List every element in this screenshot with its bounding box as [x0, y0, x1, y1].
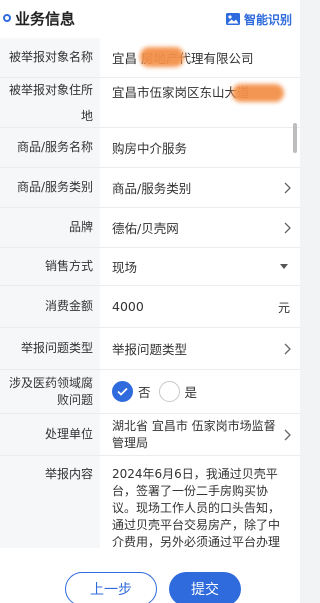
- section-title: 业务信息: [15, 10, 76, 28]
- reported-name-input[interactable]: 宜昌 房地产代理有限公司: [112, 38, 278, 77]
- submit-button[interactable]: 提交: [169, 572, 241, 603]
- radio-no[interactable]: 否: [112, 381, 151, 402]
- brand-select[interactable]: 德佑/贝壳网: [112, 208, 278, 247]
- issue-type-select[interactable]: 举报问题类型: [112, 328, 278, 369]
- medical-corruption-label: 涉及医药领域腐败问题: [0, 370, 100, 413]
- sales-method-label: 销售方式: [0, 248, 100, 285]
- handler-row[interactable]: 处理单位 湖北省 宜昌市 伍家岗市场监督管理局: [0, 414, 300, 456]
- brand-row[interactable]: 品牌 德佑/贝壳网: [0, 208, 300, 248]
- smart-recognize-label: 智能识别: [244, 12, 293, 27]
- amount-row[interactable]: 消费金额 4000 元: [0, 286, 300, 328]
- section-header: 业务信息 智能识别: [0, 0, 300, 38]
- scrollbar[interactable]: [293, 123, 297, 153]
- report-content-row[interactable]: 举报内容 2024年6月6日，我通过贝壳平台，签署了一份二手房购买协议。现场工作…: [0, 456, 300, 548]
- redaction-mark: [232, 84, 284, 102]
- goods-name-input[interactable]: 购房中介服务: [112, 128, 278, 167]
- section-bullet-icon: [3, 14, 11, 22]
- image-recognize-icon: [226, 13, 240, 25]
- reported-address-row[interactable]: 被举报对象住所地 宜昌市伍家岗区东山大道: [0, 78, 300, 128]
- chevron-right-icon: [284, 182, 291, 193]
- sales-method-row[interactable]: 销售方式 现场: [0, 248, 300, 286]
- chevron-right-icon: [284, 429, 291, 440]
- handler-select[interactable]: 湖北省 宜昌市 伍家岗市场监督管理局: [112, 414, 278, 455]
- goods-name-row[interactable]: 商品/服务名称 购房中介服务: [0, 128, 300, 168]
- radio-yes[interactable]: 是: [158, 381, 198, 402]
- report-content-label: 举报内容: [0, 456, 100, 548]
- radio-checked-icon: [112, 381, 133, 402]
- dropdown-caret-icon: [280, 263, 288, 269]
- issue-type-label: 举报问题类型: [0, 328, 100, 369]
- brand-label: 品牌: [0, 208, 100, 247]
- radio-no-label: 否: [138, 385, 151, 400]
- reported-address-label: 被举报对象住所地: [0, 78, 100, 127]
- sales-method-select[interactable]: 现场: [112, 248, 278, 285]
- footer-bar: 上一步 提交: [0, 548, 300, 603]
- report-content-textarea[interactable]: 2024年6月6日，我通过贝壳平台，签署了一份二手房购买协议。现场工作人员的口头…: [112, 466, 288, 548]
- chevron-right-icon: [284, 222, 291, 233]
- goods-category-row[interactable]: 商品/服务类别 商品/服务类别: [0, 168, 300, 208]
- goods-category-select[interactable]: 商品/服务类别: [112, 168, 278, 207]
- redaction-mark: [140, 47, 184, 67]
- amount-label: 消费金额: [0, 286, 100, 327]
- reported-name-label: 被举报对象名称: [0, 38, 100, 77]
- medical-corruption-row: 涉及医药领域腐败问题 否 是: [0, 370, 300, 414]
- amount-input[interactable]: 4000: [112, 286, 278, 327]
- previous-step-button[interactable]: 上一步: [65, 572, 157, 603]
- medical-corruption-radio-group: 否 是: [112, 370, 278, 413]
- amount-unit: 元: [277, 300, 290, 315]
- handler-label: 处理单位: [0, 414, 100, 455]
- business-info-form: 被举报对象名称 宜昌 房地产代理有限公司 被举报对象住所地 宜昌市伍家岗区东山大…: [0, 38, 300, 548]
- goods-category-label: 商品/服务类别: [0, 168, 100, 207]
- issue-type-row[interactable]: 举报问题类型 举报问题类型: [0, 328, 300, 370]
- smart-recognize-button[interactable]: 智能识别: [225, 9, 292, 29]
- radio-yes-label: 是: [184, 385, 198, 400]
- radio-unchecked-icon: [158, 381, 180, 402]
- goods-name-label: 商品/服务名称: [0, 128, 100, 167]
- chevron-right-icon: [284, 343, 291, 354]
- reported-name-row[interactable]: 被举报对象名称 宜昌 房地产代理有限公司: [0, 38, 300, 78]
